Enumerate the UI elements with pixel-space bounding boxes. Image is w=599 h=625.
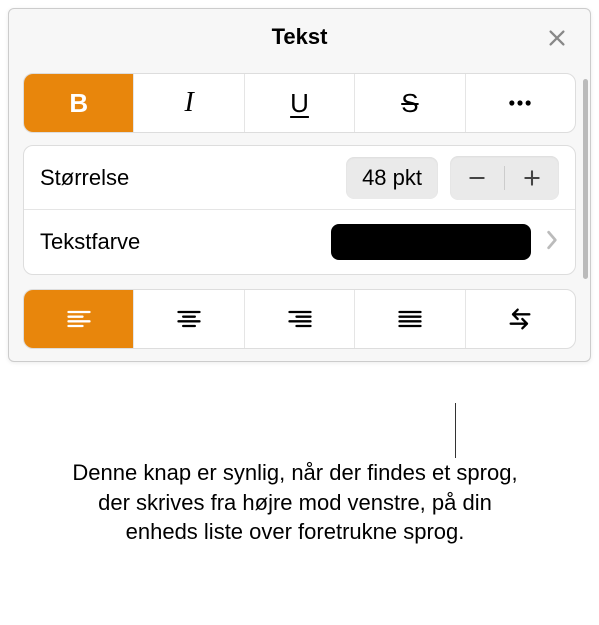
chevron-right-icon <box>545 230 559 255</box>
align-left-button[interactable] <box>24 290 134 348</box>
bold-icon: B <box>69 88 88 119</box>
size-increase-button[interactable] <box>505 156 559 200</box>
strikethrough-icon: S <box>401 88 418 119</box>
text-properties-group: Størrelse 48 pkt Tekstfarve <box>23 145 576 275</box>
size-label: Størrelse <box>40 165 129 191</box>
size-stepper <box>450 156 559 200</box>
plus-icon <box>522 168 542 188</box>
size-row: Størrelse 48 pkt <box>24 146 575 210</box>
italic-icon: I <box>184 87 193 119</box>
underline-button[interactable]: U <box>245 74 355 132</box>
close-button[interactable] <box>542 23 572 53</box>
text-style-toolbar: B I U S <box>23 73 576 133</box>
alignment-toolbar <box>23 289 576 349</box>
more-icon <box>506 89 534 117</box>
align-center-button[interactable] <box>134 290 244 348</box>
text-direction-button[interactable] <box>466 290 575 348</box>
callout-line <box>455 403 456 458</box>
size-value-input[interactable]: 48 pkt <box>346 157 438 199</box>
panel-title: Tekst <box>272 24 328 50</box>
close-icon <box>546 27 568 49</box>
minus-icon <box>467 168 487 188</box>
callout-text: Denne knap er synlig, når der findes et … <box>60 458 530 547</box>
align-justify-button[interactable] <box>355 290 465 348</box>
text-color-swatch <box>331 224 531 260</box>
text-format-panel: Tekst B I U S Størrelse 48 <box>8 8 591 362</box>
bold-button[interactable]: B <box>24 74 134 132</box>
align-center-icon <box>175 305 203 333</box>
italic-button[interactable]: I <box>134 74 244 132</box>
text-color-label: Tekstfarve <box>40 229 140 255</box>
underline-icon: U <box>290 88 309 119</box>
more-text-options-button[interactable] <box>466 74 575 132</box>
align-right-icon <box>286 305 314 333</box>
scrollbar[interactable] <box>583 79 588 279</box>
text-direction-icon <box>506 305 534 333</box>
panel-header: Tekst <box>9 9 590 65</box>
align-right-button[interactable] <box>245 290 355 348</box>
strikethrough-button[interactable]: S <box>355 74 465 132</box>
text-color-row[interactable]: Tekstfarve <box>24 210 575 274</box>
align-left-icon <box>65 305 93 333</box>
align-justify-icon <box>396 305 424 333</box>
size-decrease-button[interactable] <box>450 156 504 200</box>
